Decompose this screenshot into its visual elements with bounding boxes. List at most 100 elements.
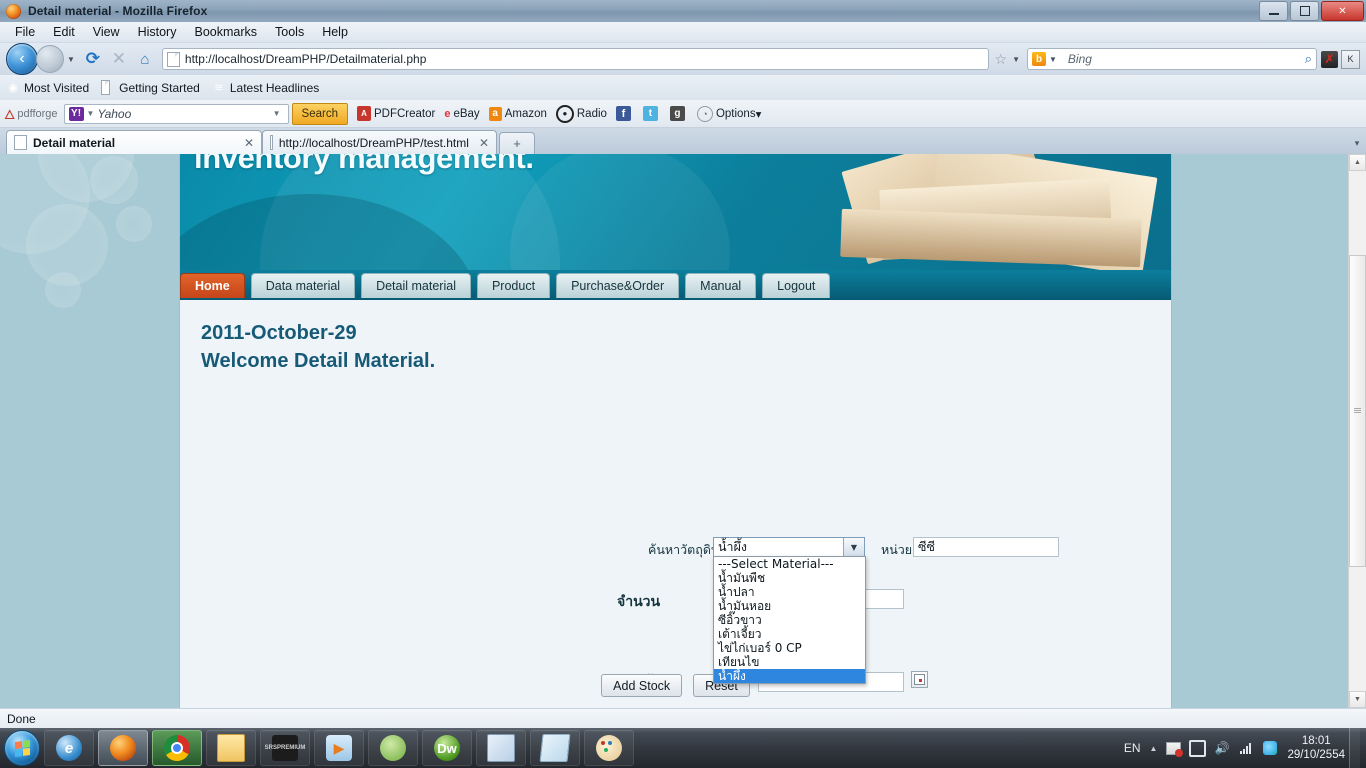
taskbar-explorer[interactable] [206,730,256,766]
addon-label: Options [715,107,756,120]
kaspersky-icon[interactable]: ✗ [1321,50,1338,68]
clock[interactable]: 18:01 29/10/2554 [1287,734,1345,762]
tab-list-chevron-icon[interactable]: ▾ [1348,132,1366,154]
nav-product[interactable]: Product [476,272,551,298]
dropdown-option[interactable]: น้ำปลา [714,585,865,599]
taskbar-firefox[interactable] [98,730,148,766]
menu-history[interactable]: History [129,23,186,41]
search-icon[interactable]: ⌕ [1305,51,1312,67]
add-stock-button[interactable]: Add Stock [601,674,683,697]
bookmark-star-icon[interactable]: ☆ [995,51,1008,68]
addon-facebook[interactable]: f [615,106,634,121]
bookmark-chevron-icon[interactable]: ▼ [1012,55,1020,64]
material-dropdown-list[interactable]: ---Select Material--- น้ำมันพืช น้ำปลา น… [713,556,866,684]
yahoo-search-button[interactable]: Search [291,102,348,125]
quantity-label: จำนวน [617,594,661,610]
dropdown-option[interactable]: เต้าเจี้ยว [714,627,865,641]
minimize-button[interactable] [1259,1,1288,21]
show-desktop-button[interactable] [1349,728,1360,768]
url-bar[interactable]: http://localhost/DreamPHP/Detailmaterial… [161,48,989,70]
taskbar-chrome[interactable] [152,730,202,766]
srs-premium-sound-icon: SRS PREMIUM [265,735,305,761]
nav-logout[interactable]: Logout [762,272,831,298]
addon-options[interactable]: ◔ Options ▾ [696,105,761,122]
language-indicator[interactable]: EN [1124,741,1141,755]
bookmark-getting-started[interactable]: Getting Started [101,80,200,95]
dropdown-option[interactable]: ---Select Material--- [714,557,865,571]
bookmark-latest-headlines[interactable]: ≋ Latest Headlines [212,81,319,95]
close-icon[interactable]: ✕ [244,136,254,150]
addon-radio[interactable]: ● Radio [555,104,607,123]
plug-icon[interactable] [1189,739,1207,757]
yahoo-chevron-icon[interactable]: ▼ [87,109,95,118]
chevron-down-icon[interactable]: ▼ [843,538,864,556]
signal-icon[interactable] [1237,740,1254,757]
taskbar-3d-cube-app[interactable] [476,730,526,766]
taskbar-sticky-note-app[interactable] [530,730,580,766]
nav-home[interactable]: Home [180,272,245,298]
addon-pdfcreator[interactable]: A PDFCreator [356,106,435,121]
tab-test-html[interactable]: http://localhost/DreamPHP/test.html ✕ [262,130,497,154]
dropbox-icon[interactable] [1261,740,1279,758]
menu-help[interactable]: Help [313,23,357,41]
taskbar-msn-messenger[interactable] [368,730,418,766]
taskbar-internet-explorer[interactable]: e [44,730,94,766]
window-controls: ✕ [1259,1,1364,21]
chevron-down-icon[interactable]: ▼ [67,55,75,64]
network-flag-icon[interactable] [1165,740,1184,757]
show-hidden-icons-chevron[interactable]: ▲ [1150,744,1158,753]
stop-icon[interactable]: ✕ [106,46,132,72]
menu-edit[interactable]: Edit [44,23,84,41]
dropdown-option[interactable]: ซีอิ๊วขาว [714,613,865,627]
new-tab-button[interactable]: + [499,132,535,154]
close-button[interactable]: ✕ [1321,1,1364,21]
search-bar[interactable]: b ▼ Bing ⌕ [1027,48,1317,70]
start-button[interactable] [4,730,40,766]
unit-field[interactable]: ซีซี [913,537,1059,557]
addon-amazon[interactable]: a Amazon [488,106,547,121]
taskbar-paint[interactable] [584,730,634,766]
home-icon[interactable]: ⌂ [132,46,158,72]
menu-bookmarks[interactable]: Bookmarks [185,23,266,41]
forward-button[interactable]: › [36,45,64,73]
scrollbar-thumb[interactable] [1349,255,1366,567]
dropdown-option[interactable]: เทียนไข [714,655,865,669]
scroll-down-button[interactable]: ▼ [1349,691,1366,708]
maximize-button[interactable] [1290,1,1319,21]
menu-file[interactable]: File [6,23,44,41]
addon-ebay[interactable]: e eBay [444,108,479,120]
nav-detail-material[interactable]: Detail material [361,272,471,298]
taskbar-dreamweaver[interactable]: Dw [422,730,472,766]
menu-view[interactable]: View [84,23,129,41]
reload-icon[interactable]: ⟳ [80,46,106,72]
search-input[interactable]: Bing [1068,52,1305,66]
nav-manual[interactable]: Manual [685,272,757,298]
tab-detail-material[interactable]: Detail material ✕ [6,130,262,154]
close-icon[interactable]: ✕ [479,136,489,150]
taskbar: e SRS PREMIUM ▶ Dw EN ▲ 🔊 18:01 [0,728,1366,768]
taskbar-media-player[interactable]: ▶ [314,730,364,766]
taskbar-srs-premium-sound[interactable]: SRS PREMIUM [260,730,310,766]
nav-purchase-order[interactable]: Purchase&Order [556,272,680,298]
kaspersky-button[interactable]: K [1341,49,1360,69]
volume-icon[interactable]: 🔊 [1213,740,1230,757]
yahoo-search-input[interactable]: Y! ▼ Yahoo ▼ [63,103,289,124]
material-select[interactable]: น้ำผึ้ง ▼ [713,537,865,557]
site-banner: inventory management. [180,154,1171,270]
bookmark-most-visited[interactable]: ◉ Most Visited [6,81,89,95]
search-engine-chevron-icon[interactable]: ▼ [1049,55,1057,64]
addon-google-plus[interactable]: g [669,106,688,121]
yahoo-dropdown-icon[interactable]: ▼ [273,109,281,118]
addon-twitter[interactable]: t [642,106,661,121]
dropdown-option[interactable]: ไข่ไก่เบอร์ 0 CP [714,641,865,655]
status-text: Done [7,711,36,726]
bing-icon[interactable]: b [1032,52,1046,66]
dropdown-option[interactable]: น้ำมันพืช [714,571,865,585]
menu-tools[interactable]: Tools [266,23,313,41]
back-button[interactable]: ‹ [6,43,38,75]
dropdown-option[interactable]: น้ำมันหอย [714,599,865,613]
dropdown-option-selected[interactable]: น้ำผึ้ง [714,669,865,683]
nav-data-material[interactable]: Data material [250,272,356,298]
scroll-up-button[interactable]: ▲ [1349,154,1366,171]
vertical-scrollbar[interactable]: ▲ ▼ [1348,154,1366,708]
